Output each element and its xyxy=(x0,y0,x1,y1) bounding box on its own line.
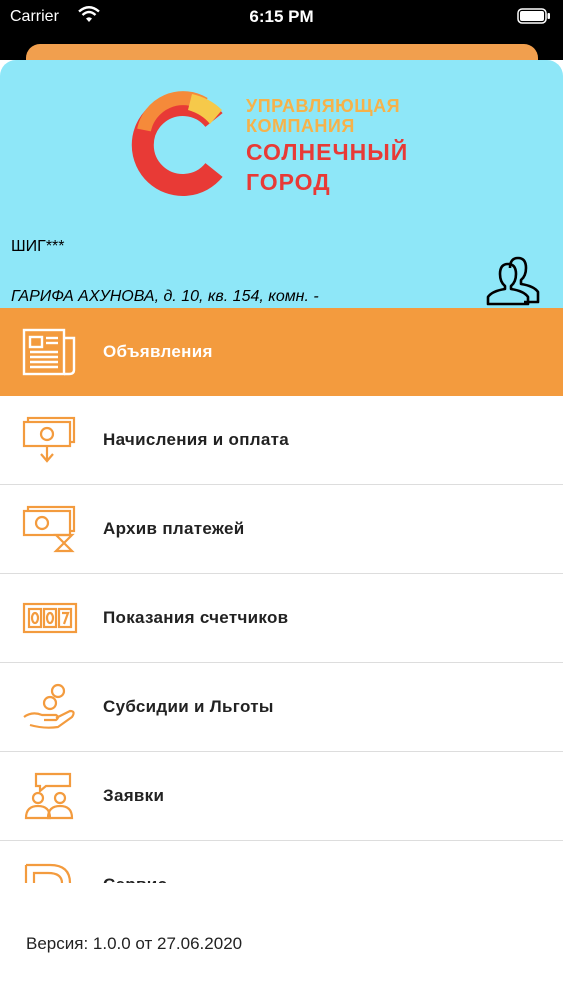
account-address: ГАРИФА АХУНОВА, д. 10, кв. 154, комн. - xyxy=(11,288,319,305)
clock: 6:15 PM xyxy=(249,7,314,26)
menu-item-charges-payment[interactable]: Начисления и оплата xyxy=(0,396,563,485)
money-hourglass-icon xyxy=(22,505,76,553)
menu-item-meter-readings[interactable]: Показания счетчиков xyxy=(0,574,563,663)
company-logo-text: УПРАВЛЯЮЩАЯ КОМПАНИЯ СОЛНЕЧНЫЙ ГОРОД xyxy=(246,96,408,196)
battery-icon xyxy=(517,8,550,24)
menu-item-label: Сервис xyxy=(103,841,167,883)
service-icon xyxy=(24,863,72,883)
menu-item-label: Показания счетчиков xyxy=(103,608,289,627)
account-code: ШИГ*** xyxy=(11,238,65,255)
app-version: Версия: 1.0.0 от 27.06.2020 xyxy=(26,934,243,953)
menu-item-payment-archive[interactable]: Архив платежей xyxy=(0,485,563,574)
menu-item-requests[interactable]: Заявки xyxy=(0,752,563,841)
menu-item-label: Заявки xyxy=(103,786,165,805)
logo-line-1: УПРАВЛЯЮЩАЯ xyxy=(246,96,401,116)
menu-item-announcements[interactable]: Объявления xyxy=(0,308,563,396)
logo-line-2: КОМПАНИЯ xyxy=(246,116,355,136)
newspaper-icon xyxy=(22,328,76,376)
menu-item-label: Объявления xyxy=(103,342,213,361)
company-logo xyxy=(131,91,223,196)
users-icon[interactable] xyxy=(486,256,544,306)
menu-item-subsidies[interactable]: Субсидии и Льготы xyxy=(0,663,563,752)
meter-counter-icon xyxy=(22,602,78,634)
hand-coins-icon xyxy=(23,683,75,729)
menu-item-service[interactable]: Сервис xyxy=(0,841,563,883)
money-download-icon xyxy=(22,416,76,463)
main-menu: Объявления Начисления и оплата Архив пла… xyxy=(0,308,563,883)
logo-line-4: ГОРОД xyxy=(246,169,331,195)
logo-line-3: СОЛНЕЧНЫЙ xyxy=(246,139,409,165)
menu-item-label: Начисления и оплата xyxy=(103,430,290,449)
menu-item-label: Субсидии и Льготы xyxy=(103,697,274,716)
people-chat-icon xyxy=(24,772,74,820)
menu-item-label: Архив платежей xyxy=(103,519,245,538)
